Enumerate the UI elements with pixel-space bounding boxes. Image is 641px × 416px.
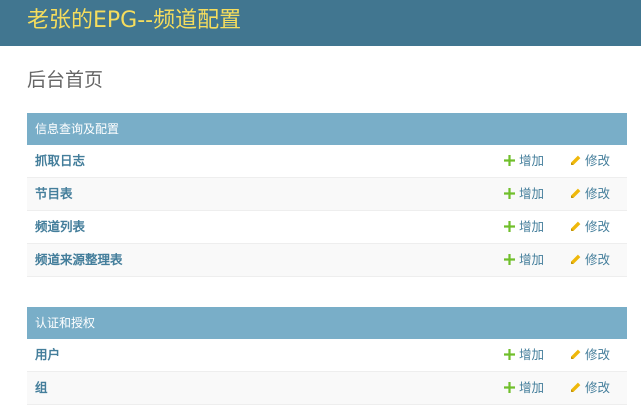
model-row: 节目表 增加 修改 xyxy=(27,178,627,211)
pencil-icon xyxy=(571,188,581,198)
plus-icon xyxy=(504,254,515,265)
add-link[interactable]: 增加 xyxy=(504,339,544,371)
add-link[interactable]: 增加 xyxy=(504,211,544,243)
change-link-label: 修改 xyxy=(585,219,611,234)
add-link-label: 增加 xyxy=(519,219,545,234)
pencil-icon xyxy=(571,349,581,359)
app-module-epg: 信息查询及配置 抓取日志 增加 修改 节目表 增加 修改 频道列表 增加 修改 … xyxy=(27,113,627,277)
add-link[interactable]: 增加 xyxy=(504,178,544,210)
model-link[interactable]: 组 xyxy=(35,372,48,404)
plus-icon xyxy=(504,349,515,360)
change-link[interactable]: 修改 xyxy=(570,244,610,276)
add-link[interactable]: 增加 xyxy=(504,372,544,404)
change-link[interactable]: 修改 xyxy=(570,145,610,177)
add-link-label: 增加 xyxy=(519,380,545,395)
pencil-icon xyxy=(571,155,581,165)
model-link[interactable]: 频道来源整理表 xyxy=(35,244,123,276)
site-header: 老张的EPG--频道配置 xyxy=(0,0,641,46)
change-link[interactable]: 修改 xyxy=(570,178,610,210)
change-link-label: 修改 xyxy=(585,347,611,362)
add-link-label: 增加 xyxy=(519,252,545,267)
add-link[interactable]: 增加 xyxy=(504,145,544,177)
add-link-label: 增加 xyxy=(519,153,545,168)
pencil-icon xyxy=(571,382,581,392)
change-link[interactable]: 修改 xyxy=(570,339,610,371)
plus-icon xyxy=(504,382,515,393)
model-row: 频道列表 增加 修改 xyxy=(27,211,627,244)
model-row: 组 增加 修改 xyxy=(27,372,627,405)
plus-icon xyxy=(504,188,515,199)
pencil-icon xyxy=(571,254,581,264)
change-link[interactable]: 修改 xyxy=(570,372,610,404)
module-caption: 信息查询及配置 xyxy=(27,113,627,145)
change-link-label: 修改 xyxy=(585,380,611,395)
model-row: 频道来源整理表 增加 修改 xyxy=(27,244,627,277)
change-link[interactable]: 修改 xyxy=(570,211,610,243)
model-row: 用户 增加 修改 xyxy=(27,339,627,372)
module-caption: 认证和授权 xyxy=(27,307,627,339)
add-link-label: 增加 xyxy=(519,347,545,362)
app-module-auth: 认证和授权 用户 增加 修改 组 增加 修改 xyxy=(27,307,627,405)
model-link[interactable]: 节目表 xyxy=(35,178,73,210)
model-link[interactable]: 频道列表 xyxy=(35,211,85,243)
plus-icon xyxy=(504,221,515,232)
model-link[interactable]: 抓取日志 xyxy=(35,145,85,177)
change-link-label: 修改 xyxy=(585,153,611,168)
site-brand-link[interactable]: 老张的EPG--频道配置 xyxy=(27,6,241,36)
page-title: 后台首页 xyxy=(27,69,104,91)
add-link-label: 增加 xyxy=(519,186,545,201)
change-link-label: 修改 xyxy=(585,252,611,267)
add-link[interactable]: 增加 xyxy=(504,244,544,276)
model-row: 抓取日志 增加 修改 xyxy=(27,145,627,178)
model-link[interactable]: 用户 xyxy=(35,339,60,371)
change-link-label: 修改 xyxy=(585,186,611,201)
pencil-icon xyxy=(571,221,581,231)
plus-icon xyxy=(504,155,515,166)
